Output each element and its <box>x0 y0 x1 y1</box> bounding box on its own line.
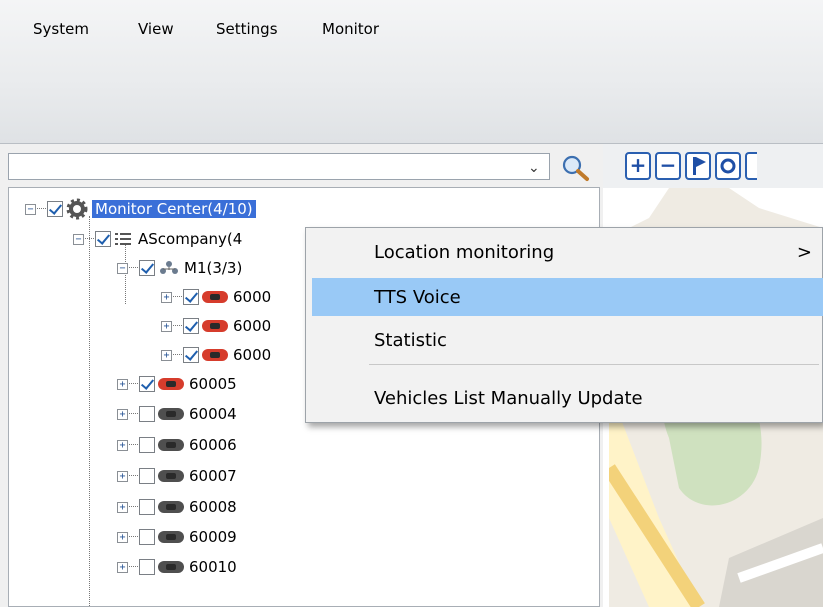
checkbox[interactable] <box>139 437 155 453</box>
expand-icon[interactable]: + <box>161 320 172 332</box>
expand-icon[interactable]: + <box>161 291 172 303</box>
collapse-icon[interactable]: − <box>25 203 36 215</box>
expand-icon[interactable]: + <box>117 439 128 451</box>
vehicle-label: 60004 <box>189 405 237 423</box>
tree-row-vehicle[interactable]: + 6000 <box>161 313 271 339</box>
collapse-icon[interactable]: − <box>73 233 84 245</box>
chevron-down-icon[interactable]: ⌄ <box>528 160 540 176</box>
expand-icon[interactable]: + <box>117 501 128 513</box>
menu-item-vehicles-list-update[interactable]: Vehicles List Manually Update <box>312 379 823 417</box>
expand-icon[interactable]: + <box>117 408 128 420</box>
minus-icon: − <box>659 153 677 177</box>
vehicle-label: 60008 <box>189 498 237 516</box>
menu-item-tts-voice[interactable]: TTS Voice <box>312 278 823 316</box>
tree-row-vehicle[interactable]: + 60005 <box>117 371 237 397</box>
tree-row-root[interactable]: − Monitor Center(4/10) <box>25 196 256 222</box>
checkbox[interactable] <box>139 406 155 422</box>
flag-icon <box>693 157 706 175</box>
vehicle-label: 6000 <box>233 346 272 364</box>
zoom-in-button[interactable]: + <box>625 152 651 180</box>
menu-separator <box>369 364 819 365</box>
circle-icon <box>720 158 736 174</box>
tree-row-vehicle[interactable]: + 60006 <box>117 432 237 458</box>
more-tools-button[interactable] <box>745 152 757 180</box>
menu-item-statistic[interactable]: Statistic <box>312 321 823 359</box>
vehicle-offline-icon <box>158 531 184 543</box>
expand-icon[interactable]: + <box>161 349 172 361</box>
vehicle-online-icon <box>202 291 228 303</box>
menubar: System View Settings Monitor <box>0 0 823 144</box>
vehicle-offline-icon <box>158 408 184 420</box>
expand-icon[interactable]: + <box>117 470 128 482</box>
expand-icon[interactable]: + <box>117 378 128 390</box>
menu-settings[interactable]: Settings <box>216 20 278 38</box>
vehicle-offline-icon <box>158 501 184 513</box>
context-menu: Location monitoring > TTS Voice Statisti… <box>305 227 823 423</box>
tree-label-root: Monitor Center(4/10) <box>92 200 256 218</box>
vehicle-offline-icon <box>158 561 184 573</box>
menu-item-label: TTS Voice <box>374 286 461 308</box>
checkbox[interactable] <box>139 499 155 515</box>
checkbox[interactable] <box>139 559 155 575</box>
menu-monitor[interactable]: Monitor <box>322 20 379 38</box>
checkbox[interactable] <box>183 289 199 305</box>
vehicle-online-icon <box>202 320 228 332</box>
expand-icon[interactable]: + <box>117 531 128 543</box>
plus-icon: + <box>629 153 647 177</box>
tree-row-vehicle[interactable]: + 60004 <box>117 401 237 427</box>
menu-item-label: Statistic <box>374 329 447 351</box>
tree-row-group[interactable]: − M1(3/3) <box>117 255 242 281</box>
expand-icon[interactable]: + <box>117 561 128 573</box>
tree-row-vehicle[interactable]: + 60007 <box>117 463 237 489</box>
tree-row-vehicle[interactable]: + 6000 <box>161 342 271 368</box>
menu-item-label: Location monitoring <box>374 241 555 263</box>
tree-row-vehicle[interactable]: + 6000 <box>161 284 271 310</box>
zoom-out-button[interactable]: − <box>655 152 681 180</box>
menu-item-location-monitoring[interactable]: Location monitoring > <box>312 233 823 271</box>
vehicle-label: 60010 <box>189 558 237 576</box>
search-icon <box>562 155 589 181</box>
menu-view[interactable]: View <box>138 20 174 38</box>
vehicle-online-icon <box>158 378 184 390</box>
menu-item-label: Vehicles List Manually Update <box>374 387 643 409</box>
vehicle-online-icon <box>202 349 228 361</box>
checkbox[interactable] <box>139 468 155 484</box>
search-input[interactable] <box>8 153 550 180</box>
tree-label-group: M1(3/3) <box>184 259 243 277</box>
checkbox[interactable] <box>95 231 111 247</box>
tree-row-vehicle[interactable]: + 60009 <box>117 524 237 550</box>
search-button[interactable] <box>558 152 592 182</box>
menu-system[interactable]: System <box>33 20 89 38</box>
tree-row-vehicle[interactable]: + 60010 <box>117 554 237 580</box>
circle-button[interactable] <box>715 152 741 180</box>
vehicle-offline-icon <box>158 470 184 482</box>
group-icon <box>160 261 178 274</box>
flag-button[interactable] <box>685 152 711 180</box>
tree-label-company: AScompany(4 <box>138 230 243 248</box>
checkbox[interactable] <box>47 201 63 217</box>
submenu-arrow-icon: > <box>796 241 812 263</box>
checkbox[interactable] <box>183 347 199 363</box>
list-icon <box>115 233 131 245</box>
vehicle-label: 60009 <box>189 528 237 546</box>
gear-icon <box>66 198 88 220</box>
checkbox[interactable] <box>139 529 155 545</box>
checkbox[interactable] <box>139 376 155 392</box>
tree-row-vehicle[interactable]: + 60008 <box>117 494 237 520</box>
checkbox[interactable] <box>183 318 199 334</box>
vehicle-label: 60007 <box>189 467 237 485</box>
vehicle-label: 6000 <box>233 288 272 306</box>
map-toolbar: + − <box>603 144 823 188</box>
vehicle-label: 60006 <box>189 436 237 454</box>
collapse-icon[interactable]: − <box>117 262 128 274</box>
vehicle-label: 6000 <box>233 317 272 335</box>
vehicle-label: 60005 <box>189 375 237 393</box>
vehicle-offline-icon <box>158 439 184 451</box>
checkbox[interactable] <box>139 260 155 276</box>
tree-row-company[interactable]: − AScompany(4 <box>73 226 242 252</box>
